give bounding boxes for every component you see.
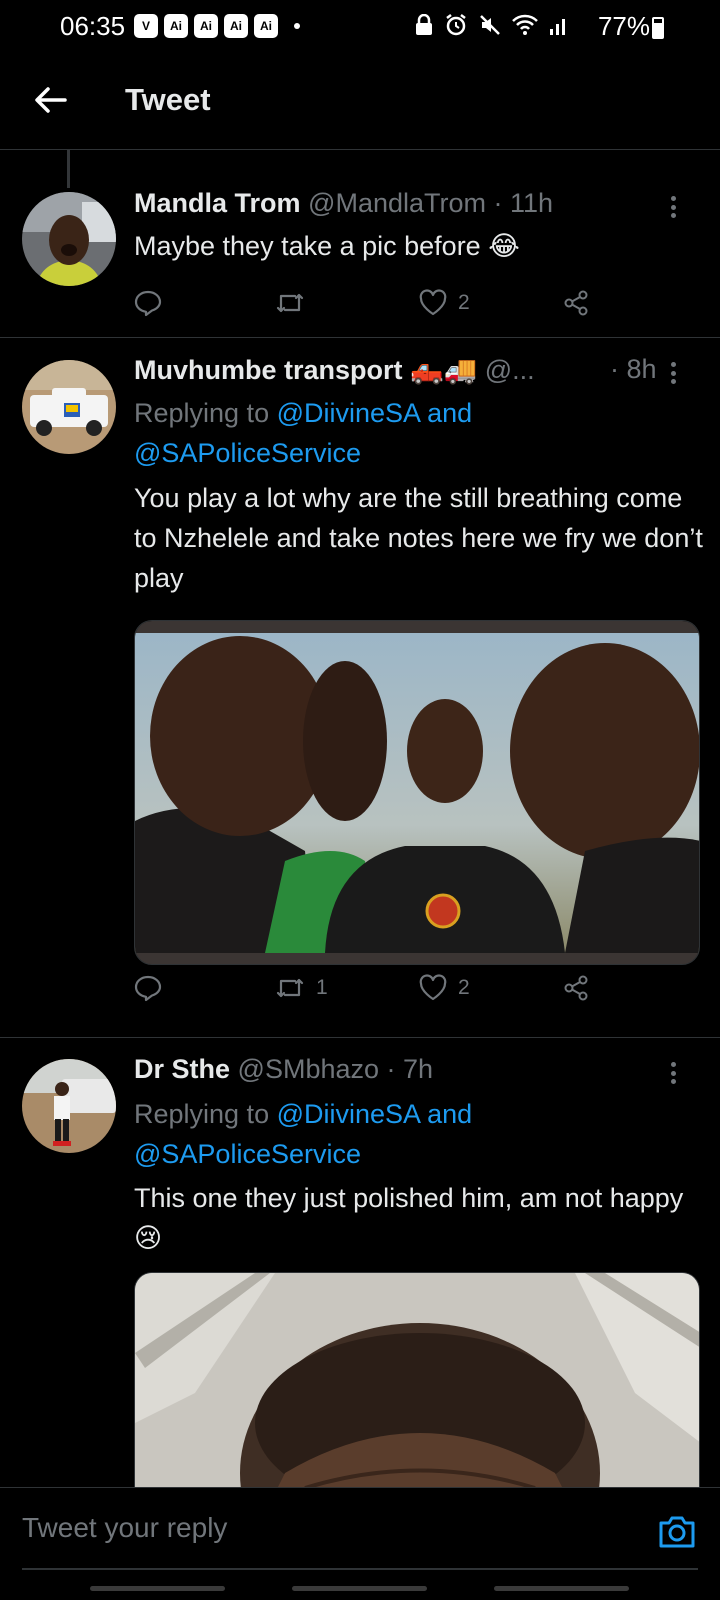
heart-icon (419, 974, 447, 1001)
divider (22, 1568, 698, 1570)
replying-label: Replying to (134, 1099, 270, 1129)
page-title: Tweet (125, 82, 211, 117)
retweet-icon (276, 978, 304, 998)
retweet-button[interactable]: 1 (274, 968, 328, 1008)
avatar[interactable] (22, 360, 116, 454)
alarm-icon (446, 14, 466, 36)
more-options-button[interactable] (662, 358, 684, 388)
avatar[interactable] (22, 192, 116, 286)
share-button[interactable] (562, 283, 590, 323)
mention-link[interactable]: @DiivineSA and (277, 1099, 473, 1129)
reply-button[interactable] (134, 968, 172, 1008)
retweet-count: 1 (316, 976, 328, 999)
mute-icon (480, 15, 500, 35)
notification-icons: V Ai Ai Ai Ai (134, 14, 300, 38)
avatar-image (22, 1059, 116, 1153)
notification-badge-icon: Ai (164, 14, 188, 38)
system-icons (414, 13, 570, 37)
battery-icon (652, 17, 664, 39)
avatar[interactable] (22, 1059, 116, 1153)
avatar-image (22, 360, 116, 454)
back-nav-button[interactable] (494, 1586, 629, 1591)
tweet[interactable]: Muvhumbe transport 🛻🚚 @... · 8h Replying… (0, 338, 720, 1038)
mention-link[interactable]: @SAPoliceService (134, 438, 361, 468)
heart-icon (419, 289, 447, 316)
author-name[interactable]: Dr Sthe (134, 1054, 230, 1084)
wifi-icon (512, 14, 538, 35)
more-notifications-icon (294, 23, 300, 29)
back-button[interactable] (28, 78, 72, 122)
author-handle[interactable]: @SMbhazo (238, 1054, 379, 1084)
reply-input[interactable] (22, 1512, 582, 1544)
mention-link[interactable]: @DiivineSA and (277, 398, 473, 428)
notification-badge-icon: Ai (224, 14, 248, 38)
arrow-left-icon (35, 87, 67, 113)
photo-selfie (135, 1273, 699, 1512)
camera-button[interactable] (656, 1510, 698, 1552)
system-navigation-bar (0, 1576, 720, 1600)
camera-icon (659, 1516, 695, 1548)
tweet-header: Dr Sthe @SMbhazo · 7h (134, 1054, 433, 1085)
tweet-text: Maybe they take a pic before 😂 (134, 231, 520, 261)
home-button[interactable] (292, 1586, 427, 1591)
retweet-icon (276, 293, 304, 313)
like-count: 2 (458, 291, 470, 314)
like-button[interactable]: 2 (418, 283, 470, 323)
more-options-button[interactable] (662, 192, 684, 222)
tweet-text: This one they just polished him, am not … (134, 1183, 684, 1253)
share-icon (564, 290, 588, 316)
like-count: 2 (458, 976, 470, 999)
replying-label: Replying to (134, 398, 270, 428)
photo-four-men (135, 621, 699, 964)
share-button[interactable] (562, 968, 590, 1008)
author-name[interactable]: Muvhumbe transport 🛻🚚 (134, 355, 477, 385)
retweet-button[interactable] (274, 283, 316, 323)
reply-icon (134, 290, 162, 317)
tweet-header: Muvhumbe transport 🛻🚚 @... (134, 354, 614, 386)
like-button[interactable]: 2 (418, 968, 470, 1008)
tweet-time: · 8h (610, 354, 657, 384)
tweet-text: You play a lot why are the still breathi… (134, 483, 703, 593)
tweet-actions: 2 (134, 283, 614, 323)
replying-to: Replying to @DiivineSA and @SAPoliceServ… (134, 1094, 694, 1174)
recent-apps-button[interactable] (90, 1586, 225, 1591)
notification-badge-icon: Ai (194, 14, 218, 38)
replying-to: Replying to @DiivineSA and @SAPoliceServ… (134, 393, 694, 473)
author-handle[interactable]: @... (485, 355, 535, 385)
avatar-image (22, 192, 116, 286)
battery-percentage: 77% (597, 11, 650, 41)
signal-icon (550, 19, 565, 35)
share-icon (564, 975, 588, 1001)
tweet-header: Mandla Trom @MandlaTrom · 11h (134, 188, 553, 219)
reply-button[interactable] (134, 283, 172, 323)
tweet[interactable]: Dr Sthe @SMbhazo · 7h Replying to @Diivi… (0, 1038, 720, 1512)
status-time: 06:35 (60, 11, 126, 41)
tweet-actions: 1 2 (134, 968, 614, 1008)
tweet-time: · 7h (386, 1054, 434, 1084)
top-app-bar: Tweet (0, 58, 720, 150)
author-name[interactable]: Mandla Trom (134, 188, 301, 218)
tweet-time: · 11h (493, 188, 554, 218)
tweet-image[interactable] (134, 1272, 700, 1512)
lock-icon (416, 14, 432, 35)
status-bar: 06:35 V Ai Ai Ai Ai 77% (0, 0, 720, 58)
more-options-button[interactable] (662, 1058, 684, 1088)
notification-badge-icon: V (134, 14, 158, 38)
mention-link[interactable]: @SAPoliceService (134, 1139, 361, 1169)
tweet[interactable]: Mandla Trom @MandlaTrom · 11h Maybe they… (0, 150, 720, 338)
notification-badge-icon: Ai (254, 14, 278, 38)
tweet-image[interactable] (134, 620, 700, 965)
reply-icon (134, 975, 162, 1002)
author-handle[interactable]: @MandlaTrom (308, 188, 486, 218)
